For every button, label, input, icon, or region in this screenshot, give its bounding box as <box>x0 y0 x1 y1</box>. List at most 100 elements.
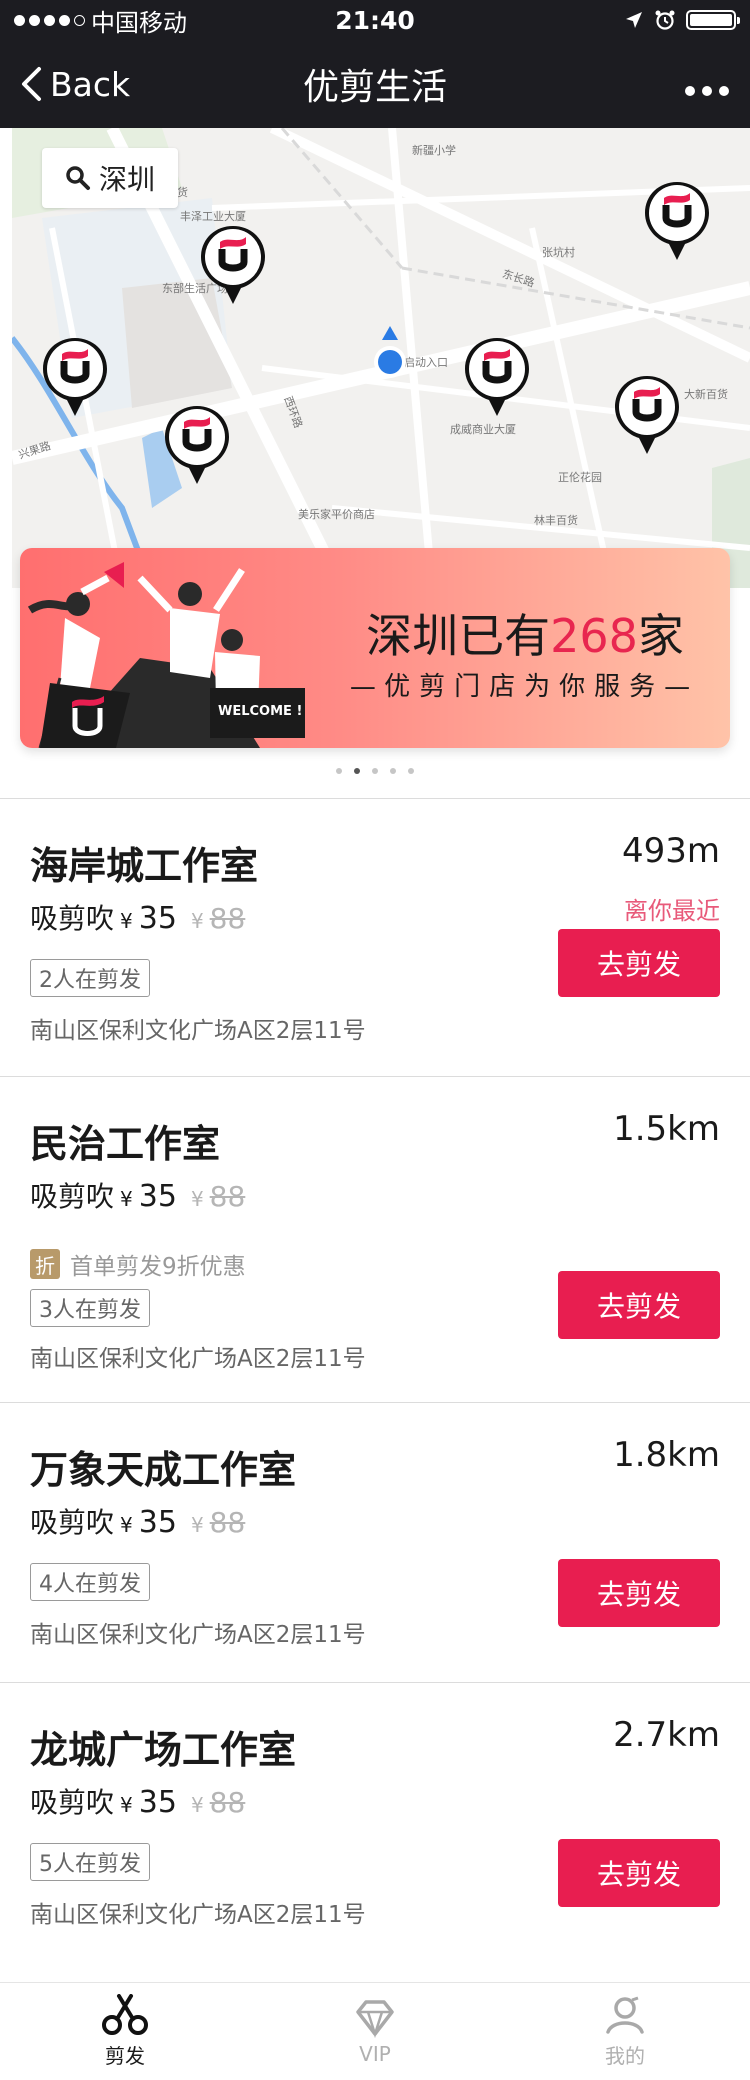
store-address: 南山区保利文化广场A区2层11号 <box>30 1346 366 1372</box>
service-price: 吸剪吹 ¥35 ¥88 <box>30 1175 245 1215</box>
tab-label: VIP <box>359 2041 391 2066</box>
price-currency: ¥ <box>120 1513 133 1537</box>
back-button[interactable]: Back <box>20 65 130 104</box>
current-location-icon <box>374 326 406 378</box>
current-price: 35 <box>138 1505 177 1540</box>
tab-label: 我的 <box>605 2044 645 2068</box>
banner-headline: 深圳已有268家 <box>330 600 720 666</box>
user-icon <box>606 1996 644 2034</box>
map-label: 成威商业大厦 <box>450 423 516 436</box>
store-pin-icon[interactable] <box>462 336 532 420</box>
tab-haircut[interactable]: 剪发 <box>0 1983 250 2080</box>
promo-text: 首单剪发9折优惠 <box>70 1254 246 1280</box>
map-label: 西环路 <box>281 394 305 430</box>
map-label: 启动入口 <box>404 356 448 369</box>
store-pin-icon[interactable] <box>642 180 712 264</box>
battery-icon <box>686 10 740 30</box>
original-price: 88 <box>209 902 246 935</box>
go-haircut-button[interactable]: 去剪发 <box>558 1559 720 1627</box>
store-distance: 2.7km <box>613 1715 720 1755</box>
search-icon <box>66 166 90 190</box>
promo-banner[interactable]: WELCOME ! 深圳已有268家 — 优剪门店为你服务— <box>20 548 730 748</box>
bottom-tab-bar: 剪发 VIP 我的 <box>0 1982 750 2080</box>
map-label: 兴果路 <box>16 439 53 462</box>
signal-strength-icon <box>14 14 85 26</box>
welcome-sign-text: WELCOME ! <box>218 704 303 719</box>
tab-label: 剪发 <box>105 2044 145 2068</box>
map-label: 大新百货 <box>684 388 728 401</box>
service-price: 吸剪吹 ¥35 ¥88 <box>30 1501 245 1541</box>
status-left: 中国移动 <box>14 3 187 38</box>
original-price-currency: ¥ <box>190 909 204 933</box>
tab-mine[interactable]: 我的 <box>500 1983 750 2080</box>
map-label: 美乐家平价商店 <box>298 508 375 521</box>
pager-dot[interactable] <box>390 768 396 774</box>
store-pin-icon[interactable] <box>612 374 682 458</box>
store-card[interactable]: 龙城广场工作室 2.7km 吸剪吹 ¥35 ¥88 5人在剪发 南山区保利文化广… <box>0 1682 750 1962</box>
store-address: 南山区保利文化广场A区2层11号 <box>30 1018 366 1044</box>
go-haircut-button[interactable]: 去剪发 <box>558 1271 720 1339</box>
banner-store-count: 268 <box>550 609 638 663</box>
queue-badge: 2人在剪发 <box>30 959 150 997</box>
pager-dot[interactable] <box>336 768 342 774</box>
store-address: 南山区保利文化广场A区2层11号 <box>30 1622 366 1648</box>
map-label: 东长路 <box>500 267 537 290</box>
store-name: 海岸城工作室 <box>30 844 259 888</box>
map-label: 林丰百货 <box>534 514 578 527</box>
store-list: 海岸城工作室 493m 离你最近 吸剪吹 ¥35 ¥88 2人在剪发 南山区保利… <box>0 798 750 1962</box>
alarm-clock-icon <box>655 10 675 30</box>
banner-pager[interactable] <box>0 768 750 774</box>
banner-subtitle: — 优剪门店为你服务— <box>349 672 691 702</box>
banner-headline-prefix: 深圳已有 <box>366 609 551 663</box>
go-haircut-button[interactable]: 去剪发 <box>558 1839 720 1907</box>
store-pin-icon[interactable] <box>162 404 232 488</box>
tab-vip[interactable]: VIP <box>250 1983 500 2080</box>
store-pin-icon[interactable] <box>198 224 268 308</box>
store-address: 南山区保利文化广场A区2层11号 <box>30 1902 366 1928</box>
current-price: 35 <box>138 1179 177 1214</box>
store-name: 龙城广场工作室 <box>30 1728 297 1772</box>
go-haircut-button[interactable]: 去剪发 <box>558 929 720 997</box>
pager-dot[interactable] <box>372 768 378 774</box>
pager-dot-active[interactable] <box>354 768 360 774</box>
store-distance: 1.5km <box>613 1109 720 1149</box>
price-currency: ¥ <box>120 1187 133 1211</box>
diamond-icon <box>356 1999 394 2038</box>
chevron-left-icon <box>22 67 41 101</box>
banner-headline-suffix: 家 <box>637 609 684 663</box>
current-price: 35 <box>138 1785 177 1820</box>
map-label: 丰泽工业大厦 <box>180 210 246 223</box>
promo-line: 折 首单剪发9折优惠 <box>30 1247 246 1281</box>
store-card[interactable]: 海岸城工作室 493m 离你最近 吸剪吹 ¥35 ¥88 2人在剪发 南山区保利… <box>0 798 750 1076</box>
status-right <box>624 9 740 31</box>
store-name: 民治工作室 <box>30 1122 221 1166</box>
original-price-currency: ¥ <box>190 1187 204 1211</box>
original-price: 88 <box>209 1180 246 1213</box>
pager-dot[interactable] <box>408 768 414 774</box>
top-bar: 中国移动 21:40 Back 优剪生活 <box>0 0 750 128</box>
discount-tag: 折 <box>30 1249 60 1279</box>
location-arrow-icon <box>626 12 642 28</box>
queue-badge: 3人在剪发 <box>30 1289 150 1327</box>
store-distance: 493m <box>621 831 720 871</box>
price-currency: ¥ <box>120 1793 133 1817</box>
map-label: 张坑村 <box>542 246 575 259</box>
scissors-icon <box>102 1994 148 2035</box>
service-name: 吸剪吹 <box>30 1786 115 1819</box>
city-label: 深圳 <box>98 163 155 196</box>
price-currency: ¥ <box>120 909 133 933</box>
store-pin-icon[interactable] <box>40 336 110 420</box>
service-price: 吸剪吹 ¥35 ¥88 <box>30 1781 245 1821</box>
nearest-tag: 离你最近 <box>624 897 720 925</box>
service-name: 吸剪吹 <box>30 902 115 935</box>
carrier-label: 中国移动 <box>91 8 187 37</box>
current-price: 35 <box>138 901 177 936</box>
store-map[interactable]: 新疆小学 顺丰百货 丰泽工业大厦 东部生活广场 张坑村 东长路 西环路 启动入口… <box>12 128 750 588</box>
original-price: 88 <box>209 1786 246 1819</box>
service-price: 吸剪吹 ¥35 ¥88 <box>30 897 245 937</box>
store-card[interactable]: 万象天成工作室 1.8km 吸剪吹 ¥35 ¥88 4人在剪发 南山区保利文化广… <box>0 1402 750 1682</box>
more-options-button[interactable] <box>684 61 730 107</box>
city-search-button[interactable]: 深圳 <box>42 148 178 208</box>
store-card[interactable]: 民治工作室 1.5km 吸剪吹 ¥35 ¥88 折 首单剪发9折优惠 3人在剪发… <box>0 1076 750 1402</box>
store-name: 万象天成工作室 <box>30 1448 297 1492</box>
